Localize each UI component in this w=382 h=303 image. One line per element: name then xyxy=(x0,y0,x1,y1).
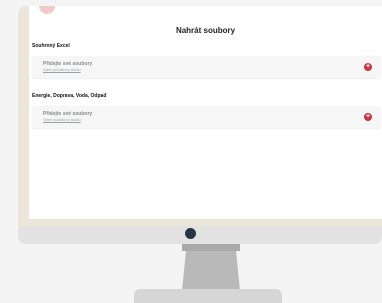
monitor-bezel: Nahrát soubory Souhrnný Excel Přidejte s… xyxy=(18,6,382,226)
add-file-button[interactable]: + xyxy=(364,63,372,71)
browse-folder-link[interactable]: Vyber počítačový složku xyxy=(43,118,81,122)
monitor-stand xyxy=(182,244,240,291)
browse-folder-link[interactable]: Vyber počítačový složku xyxy=(43,68,81,72)
monitor-frame: Nahrát soubory Souhrnný Excel Přidejte s… xyxy=(18,6,382,244)
page-title: Nahrát soubory xyxy=(175,26,236,35)
section-label-energy: Energie, Doprava, Voda, Odpad xyxy=(32,93,107,99)
upload-card-title: Přidejte své soubory xyxy=(43,61,93,67)
section-label-excel: Souhrnný Excel xyxy=(32,43,70,49)
logo-icon xyxy=(39,6,55,14)
plus-icon: + xyxy=(365,113,371,120)
add-file-button[interactable]: + xyxy=(364,113,372,121)
monitor-base xyxy=(134,289,282,303)
upload-card-energy[interactable]: Přidejte své soubory Vyber počítačový sl… xyxy=(32,106,380,128)
app-screen: Nahrát soubory Souhrnný Excel Přidejte s… xyxy=(29,6,382,219)
upload-card-title: Přidejte své soubory xyxy=(43,111,93,117)
stand-shadow xyxy=(182,244,240,251)
upload-card-excel[interactable]: Přidejte své soubory Vyber počítačový sl… xyxy=(32,56,380,78)
camera-icon xyxy=(185,228,196,239)
plus-icon: + xyxy=(365,63,371,70)
